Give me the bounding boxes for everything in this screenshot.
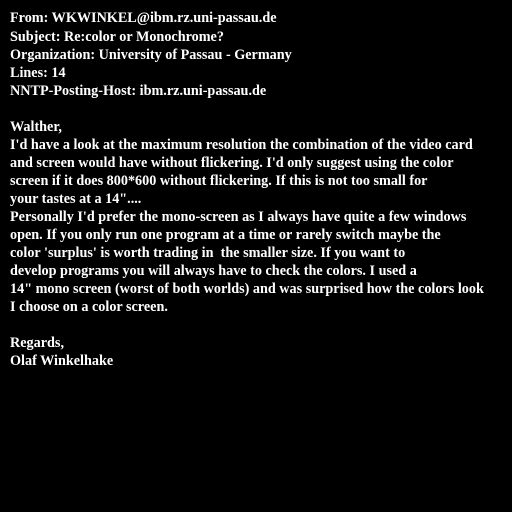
- signature: Olaf Winkelhake: [10, 353, 114, 369]
- closing: Regards,: [10, 335, 64, 351]
- body-line: I'd have a look at the maximum resolutio…: [10, 137, 473, 153]
- greeting: Walther,: [10, 119, 62, 135]
- header-organization: Organization: University of Passau - Ger…: [10, 47, 292, 63]
- body-line: and screen would have without flickering…: [10, 155, 454, 171]
- header-nntp-host: NNTP-Posting-Host: ibm.rz.uni-passau.de: [10, 83, 267, 99]
- body-line: open. If you only run one program at a t…: [10, 227, 441, 243]
- header-subject: Subject: Re:color or Monochrome?: [10, 29, 224, 45]
- body-line: your tastes at a 14"....: [10, 191, 142, 207]
- message-view: From: WKWINKEL@ibm.rz.uni-passau.de Subj…: [0, 0, 512, 512]
- body-line: Personally I'd prefer the mono-screen as…: [10, 209, 467, 225]
- header-from: From: WKWINKEL@ibm.rz.uni-passau.de: [10, 10, 277, 26]
- header-lines: Lines: 14: [10, 65, 66, 81]
- body-line: develop programs you will always have to…: [10, 263, 417, 279]
- body-line: screen if it does 800*600 without flicke…: [10, 173, 428, 189]
- body-line: color 'surplus' is worth trading in the …: [10, 245, 406, 261]
- body-line: 14" mono screen (worst of both worlds) a…: [10, 281, 484, 297]
- body-line: I choose on a color screen.: [10, 299, 168, 315]
